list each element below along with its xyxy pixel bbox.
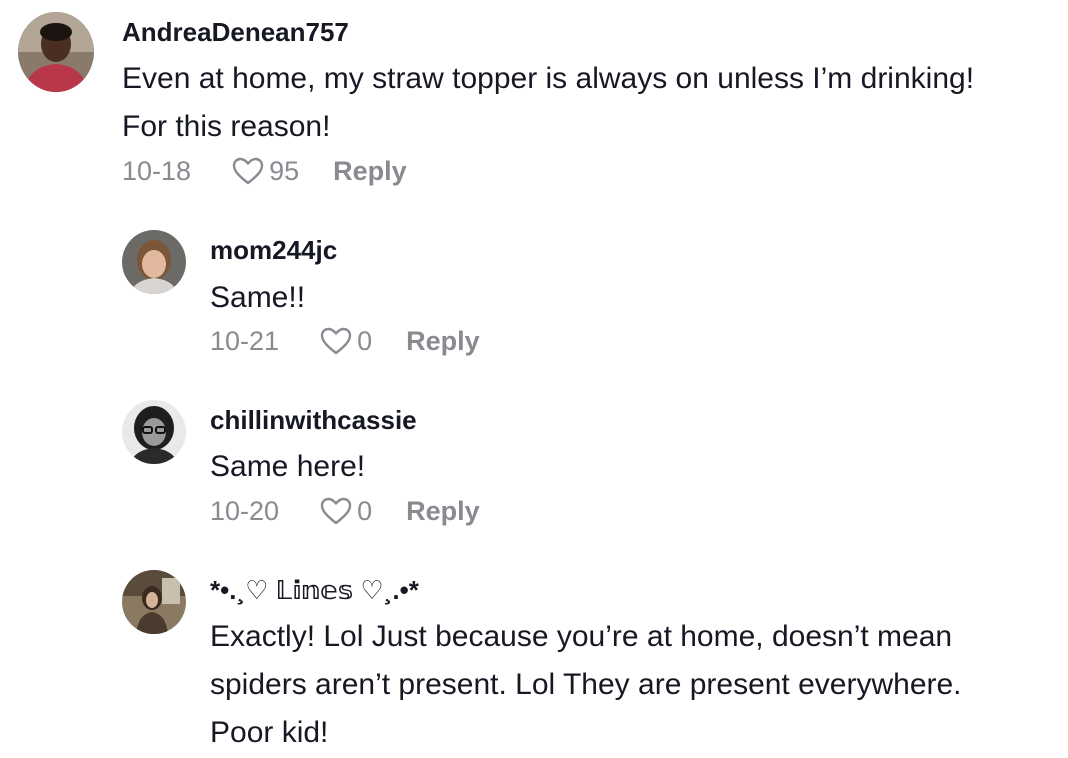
- heart-outline-icon: [232, 157, 264, 185]
- comment-username[interactable]: mom244jc: [210, 235, 337, 265]
- heart-outline-icon: [320, 327, 352, 355]
- reply-button[interactable]: Reply: [406, 496, 480, 527]
- reply-item: *•.¸♡ 𝕃𝕚𝕟𝕖𝕤 ♡¸.•* Exactly! Lol Just beca…: [0, 540, 1068, 758]
- heart-outline-icon: [320, 497, 352, 525]
- avatar-image: [122, 230, 186, 294]
- avatar-image: [122, 570, 186, 634]
- like-button[interactable]: 0: [319, 496, 372, 527]
- like-count: 95: [269, 155, 300, 186]
- avatar-image: [122, 400, 186, 464]
- comment-text-line: For this reason!: [122, 110, 331, 143]
- comment-text-line: Same here!: [210, 450, 366, 483]
- comment-item: AndreaDenean757 Even at home, my straw t…: [0, 0, 1068, 200]
- reply-button[interactable]: Reply: [406, 326, 480, 357]
- like-count: 0: [357, 495, 373, 526]
- avatar[interactable]: [18, 12, 94, 92]
- comment-date: 10-18: [122, 155, 192, 186]
- comment-text-line: Poor kid!: [210, 716, 329, 749]
- comment-text-line: Even at home, my straw topper is always …: [122, 62, 975, 95]
- comment-date: 10-20: [210, 495, 280, 526]
- comment-text-line: Same!!: [210, 281, 306, 314]
- comment-text-line: spiders aren’t present. Lol They are pre…: [210, 668, 962, 701]
- comment-meta: 10-20 0 Reply: [210, 494, 480, 528]
- comment-meta: 10-21 0 Reply: [210, 324, 480, 358]
- comment-username[interactable]: AndreaDenean757: [122, 17, 349, 47]
- like-button[interactable]: 0: [319, 326, 372, 357]
- avatar[interactable]: [122, 400, 186, 464]
- like-count: 0: [357, 325, 373, 356]
- comment-username[interactable]: *•.¸♡ 𝕃𝕚𝕟𝕖𝕤 ♡¸.•*: [210, 575, 419, 605]
- like-button[interactable]: 95: [231, 156, 299, 187]
- comment-date: 10-21: [210, 325, 280, 356]
- reply-item: mom244jc Same!! 10-21 0 Reply: [0, 200, 1068, 370]
- comment-text-line: Exactly! Lol Just because you’re at home…: [210, 620, 953, 653]
- comment-username[interactable]: chillinwithcassie: [210, 405, 417, 435]
- reply-item: chillinwithcassie Same here! 10-20 0 Rep…: [0, 370, 1068, 540]
- avatar[interactable]: [122, 230, 186, 294]
- avatar[interactable]: [122, 570, 186, 634]
- avatar-image: [18, 12, 94, 92]
- reply-button[interactable]: Reply: [333, 156, 407, 187]
- comment-meta: 10-18 95 Reply: [122, 154, 407, 188]
